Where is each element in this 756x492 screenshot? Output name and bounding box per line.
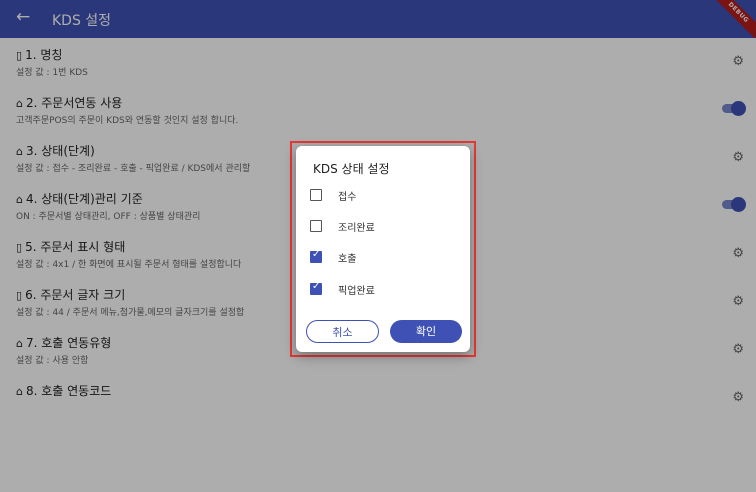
check-icon: ✓	[312, 249, 321, 260]
checkbox[interactable]	[310, 220, 322, 232]
modal-scrim-top	[0, 0, 756, 38]
check-icon: ✓	[312, 281, 321, 292]
dialog-title: KDS 상태 설정	[313, 162, 390, 176]
confirm-button[interactable]: 확인	[390, 320, 462, 343]
checkbox[interactable]: ✓	[310, 249, 322, 263]
option-label: 호출	[338, 254, 357, 265]
status-settings-dialog: KDS 상태 설정 접수조리완료 ✓ 호출 ✓ 픽업완료 취소 확인	[296, 146, 470, 352]
checkbox[interactable]	[310, 189, 322, 201]
option-label: 조리완료	[338, 223, 375, 234]
checkbox[interactable]: ✓	[310, 281, 322, 295]
option-label: 접수	[338, 192, 357, 203]
cancel-button[interactable]: 취소	[306, 320, 379, 343]
option-label: 픽업완료	[338, 286, 375, 297]
